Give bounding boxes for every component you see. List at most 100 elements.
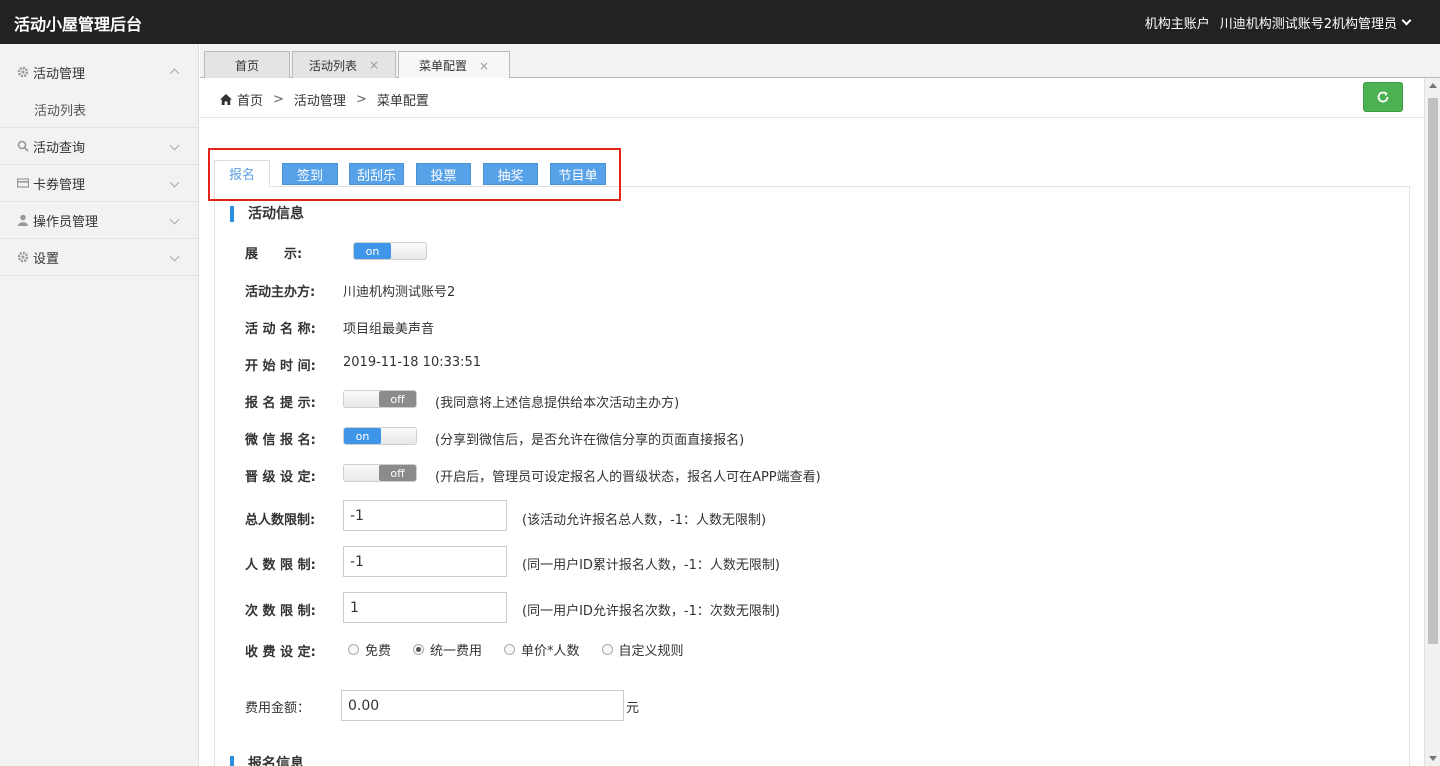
fee-option-free[interactable]: 免费: [348, 640, 391, 659]
sidebar-item-label: 设置: [33, 251, 60, 267]
times-limit-input[interactable]: 1: [343, 592, 507, 623]
organizer-label: 活动主办方:: [245, 285, 316, 300]
config-tab-strip: 报名: [214, 160, 270, 187]
fee-amount-input[interactable]: 0.00: [341, 690, 624, 721]
promotion-toggle[interactable]: off: [343, 464, 417, 482]
sidebar-item-label: 操作员管理: [33, 214, 99, 230]
gear-icon: [16, 251, 29, 264]
radio-dot-selected[interactable]: [413, 644, 425, 655]
user-icon: [16, 214, 29, 227]
total-limit-input[interactable]: -1: [343, 500, 507, 531]
sidebar-item-label: 活动查询: [33, 140, 86, 156]
refresh-icon: [1377, 91, 1389, 103]
close-icon[interactable]: ×: [479, 59, 489, 73]
fee-setting-label: 收 费 设 定:: [245, 645, 316, 660]
chevron-up-icon: [169, 68, 180, 79]
breadcrumb: 首页 > 活动管理 > 菜单配置: [220, 90, 429, 109]
breadcrumb-separator: >: [273, 92, 284, 107]
tab-menu-config[interactable]: 菜单配置 ×: [398, 51, 510, 79]
scroll-up-arrow-icon[interactable]: [1429, 83, 1437, 88]
fee-option-unit-price[interactable]: 单价*人数: [504, 640, 580, 659]
config-tab-program[interactable]: 节目单: [550, 163, 606, 185]
sidebar-item-activity-management[interactable]: 活动管理: [0, 53, 198, 91]
sidebar-item-label: 卡券管理: [33, 177, 86, 193]
activity-name-label: 活 动 名 称:: [245, 322, 316, 337]
start-time-value: 2019-11-18 10:33:51: [343, 355, 482, 370]
sidebar-item-coupon-management[interactable]: 卡券管理: [0, 165, 198, 202]
times-limit-label: 次 数 限 制:: [245, 604, 316, 619]
toggle-on-label: on: [344, 428, 381, 444]
toggle-off-label: off: [379, 465, 416, 481]
wechat-signup-toggle[interactable]: on: [343, 427, 417, 445]
config-tab-vote[interactable]: 投票: [416, 163, 471, 185]
tab-label: 活动列表: [308, 58, 357, 73]
display-toggle[interactable]: on: [353, 242, 427, 260]
sidebar-item-activity-query[interactable]: 活动查询: [0, 128, 198, 165]
tab-activity-list[interactable]: 活动列表 ×: [292, 51, 396, 78]
breadcrumb-separator: >: [355, 92, 367, 107]
vertical-scrollbar[interactable]: [1424, 78, 1440, 766]
config-tab-checkin[interactable]: 签到: [282, 163, 338, 185]
page-tab-bar: 首页 活动列表 × 菜单配置 ×: [200, 44, 1440, 79]
home-icon: [220, 94, 232, 105]
signup-prompt-label: 报 名 提 示:: [245, 396, 316, 411]
toggle-off-label: off: [379, 391, 416, 407]
total-limit-label: 总人数限制:: [245, 513, 316, 528]
chevron-down-icon: [169, 140, 180, 151]
radio-label: 单价*人数: [521, 644, 580, 659]
close-icon[interactable]: ×: [369, 58, 379, 72]
sidebar: 活动管理 活动列表 活动查询 卡券管理 操作员管理 设置: [0, 44, 199, 766]
user-menu[interactable]: 机构主账户 川迪机构测试账号2机构管理员: [1144, 13, 1412, 32]
signup-prompt-toggle[interactable]: off: [343, 390, 417, 408]
breadcrumb-current: 菜单配置: [376, 94, 429, 109]
display-label: 展 示:: [245, 247, 303, 262]
gear-icon: [16, 66, 29, 79]
toggle-on-label: on: [354, 243, 391, 259]
fee-option-custom[interactable]: 自定义规则: [601, 640, 684, 659]
tab-label: 首页: [234, 58, 259, 73]
sidebar-item-label: 活动管理: [33, 66, 86, 82]
config-tab-lottery[interactable]: 抽奖: [483, 163, 538, 185]
radio-label: 统一费用: [430, 644, 483, 659]
promotion-label: 晋 级 设 定:: [245, 470, 316, 485]
promotion-note: (开启后，管理员可设定报名人的晋级状态，报名人可在APP端查看): [435, 470, 821, 485]
config-tab-scratch[interactable]: 刮刮乐: [349, 163, 404, 185]
chevron-down-icon: [169, 177, 180, 188]
sidebar-item-operator-management[interactable]: 操作员管理: [0, 202, 198, 239]
radio-dot[interactable]: [348, 644, 359, 655]
chevron-down-icon[interactable]: [1401, 15, 1412, 26]
section-title-signup-info: 报名信息: [230, 756, 304, 766]
account-type: 机构主账户: [1144, 17, 1210, 32]
wechat-signup-note: (分享到微信后，是否允许在微信分享的页面直接报名): [435, 433, 745, 448]
user-name[interactable]: 川迪机构测试账号2机构管理员: [1220, 13, 1397, 32]
fee-unit: 元: [626, 701, 640, 716]
refresh-button[interactable]: [1363, 82, 1403, 112]
fee-setting-radio-group: 免费 统一费用 单价*人数 自定义规则: [348, 640, 706, 659]
breadcrumb-bar: 首页 > 活动管理 > 菜单配置: [200, 78, 1424, 118]
people-limit-input[interactable]: -1: [343, 546, 507, 577]
chevron-down-icon: [169, 251, 180, 262]
sidebar-item-settings[interactable]: 设置: [0, 239, 198, 276]
scroll-thumb[interactable]: [1428, 98, 1438, 644]
organizer-value: 川迪机构测试账号2: [343, 285, 456, 300]
activity-name-value: 项目组最美声音: [343, 322, 435, 337]
radio-dot[interactable]: [601, 644, 613, 655]
start-time-label: 开 始 时 间:: [245, 359, 316, 374]
people-limit-note: (同一用户ID累计报名人数，-1：人数无限制): [522, 558, 780, 573]
scroll-down-arrow-icon[interactable]: [1429, 756, 1437, 761]
radio-label: 免费: [365, 644, 392, 659]
section-title-activity-info: 活动信息: [230, 206, 304, 222]
tab-home[interactable]: 首页: [204, 51, 290, 78]
config-tab-signup[interactable]: 报名: [214, 160, 270, 187]
fee-option-uniform[interactable]: 统一费用: [413, 640, 482, 659]
app-title: 活动小屋管理后台: [14, 15, 143, 34]
top-bar: 活动小屋管理后台 机构主账户 川迪机构测试账号2机构管理员: [0, 0, 1440, 44]
times-limit-note: (同一用户ID允许报名次数，-1：次数无限制): [522, 604, 780, 619]
radio-dot[interactable]: [504, 644, 516, 655]
breadcrumb-home[interactable]: 首页: [237, 90, 263, 109]
breadcrumb-level1[interactable]: 活动管理: [294, 90, 346, 109]
sidebar-subitem-activity-list[interactable]: 活动列表: [0, 91, 198, 128]
chevron-down-icon: [169, 214, 180, 225]
fee-amount-label: 费用金额：: [245, 701, 311, 716]
total-limit-note: (该活动允许报名总人数，-1：人数无限制): [522, 513, 767, 528]
